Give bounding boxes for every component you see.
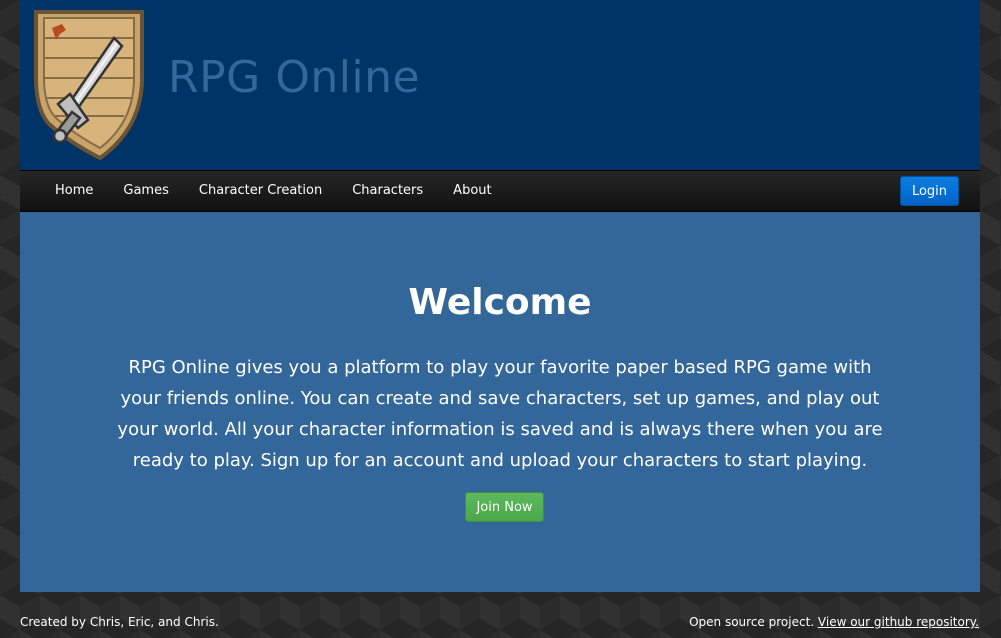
nav-item-character-creation[interactable]: Character Creation [184,171,337,211]
intro-text: RPG Online gives you a platform to play … [117,357,883,471]
nav-item-about[interactable]: About [438,171,506,211]
page-container: RPG Online Home Games Character Creation… [20,0,980,592]
shield-with-sword-icon [34,10,144,161]
join-now-button[interactable]: Join Now [465,492,544,522]
welcome-panel: Welcome RPG Online gives you a platform … [20,212,980,592]
site-header: RPG Online [20,0,980,170]
nav-item-characters[interactable]: Characters [337,171,438,211]
nav-items: Home Games Character Creation Characters… [40,171,507,211]
footer-open-source: Open source project. View our github rep… [689,615,979,629]
site-title: RPG Online [168,52,421,103]
nav-item-games[interactable]: Games [108,171,183,211]
main-navbar: Home Games Character Creation Characters… [20,170,980,212]
github-repository-link[interactable]: View our github repository. [818,615,979,629]
footer-credits: Created by Chris, Eric, and Chris. [20,615,219,629]
open-source-text: Open source project. [689,615,815,629]
welcome-heading: Welcome [408,282,592,323]
login-button[interactable]: Login [900,176,959,206]
nav-item-home[interactable]: Home [40,171,108,211]
